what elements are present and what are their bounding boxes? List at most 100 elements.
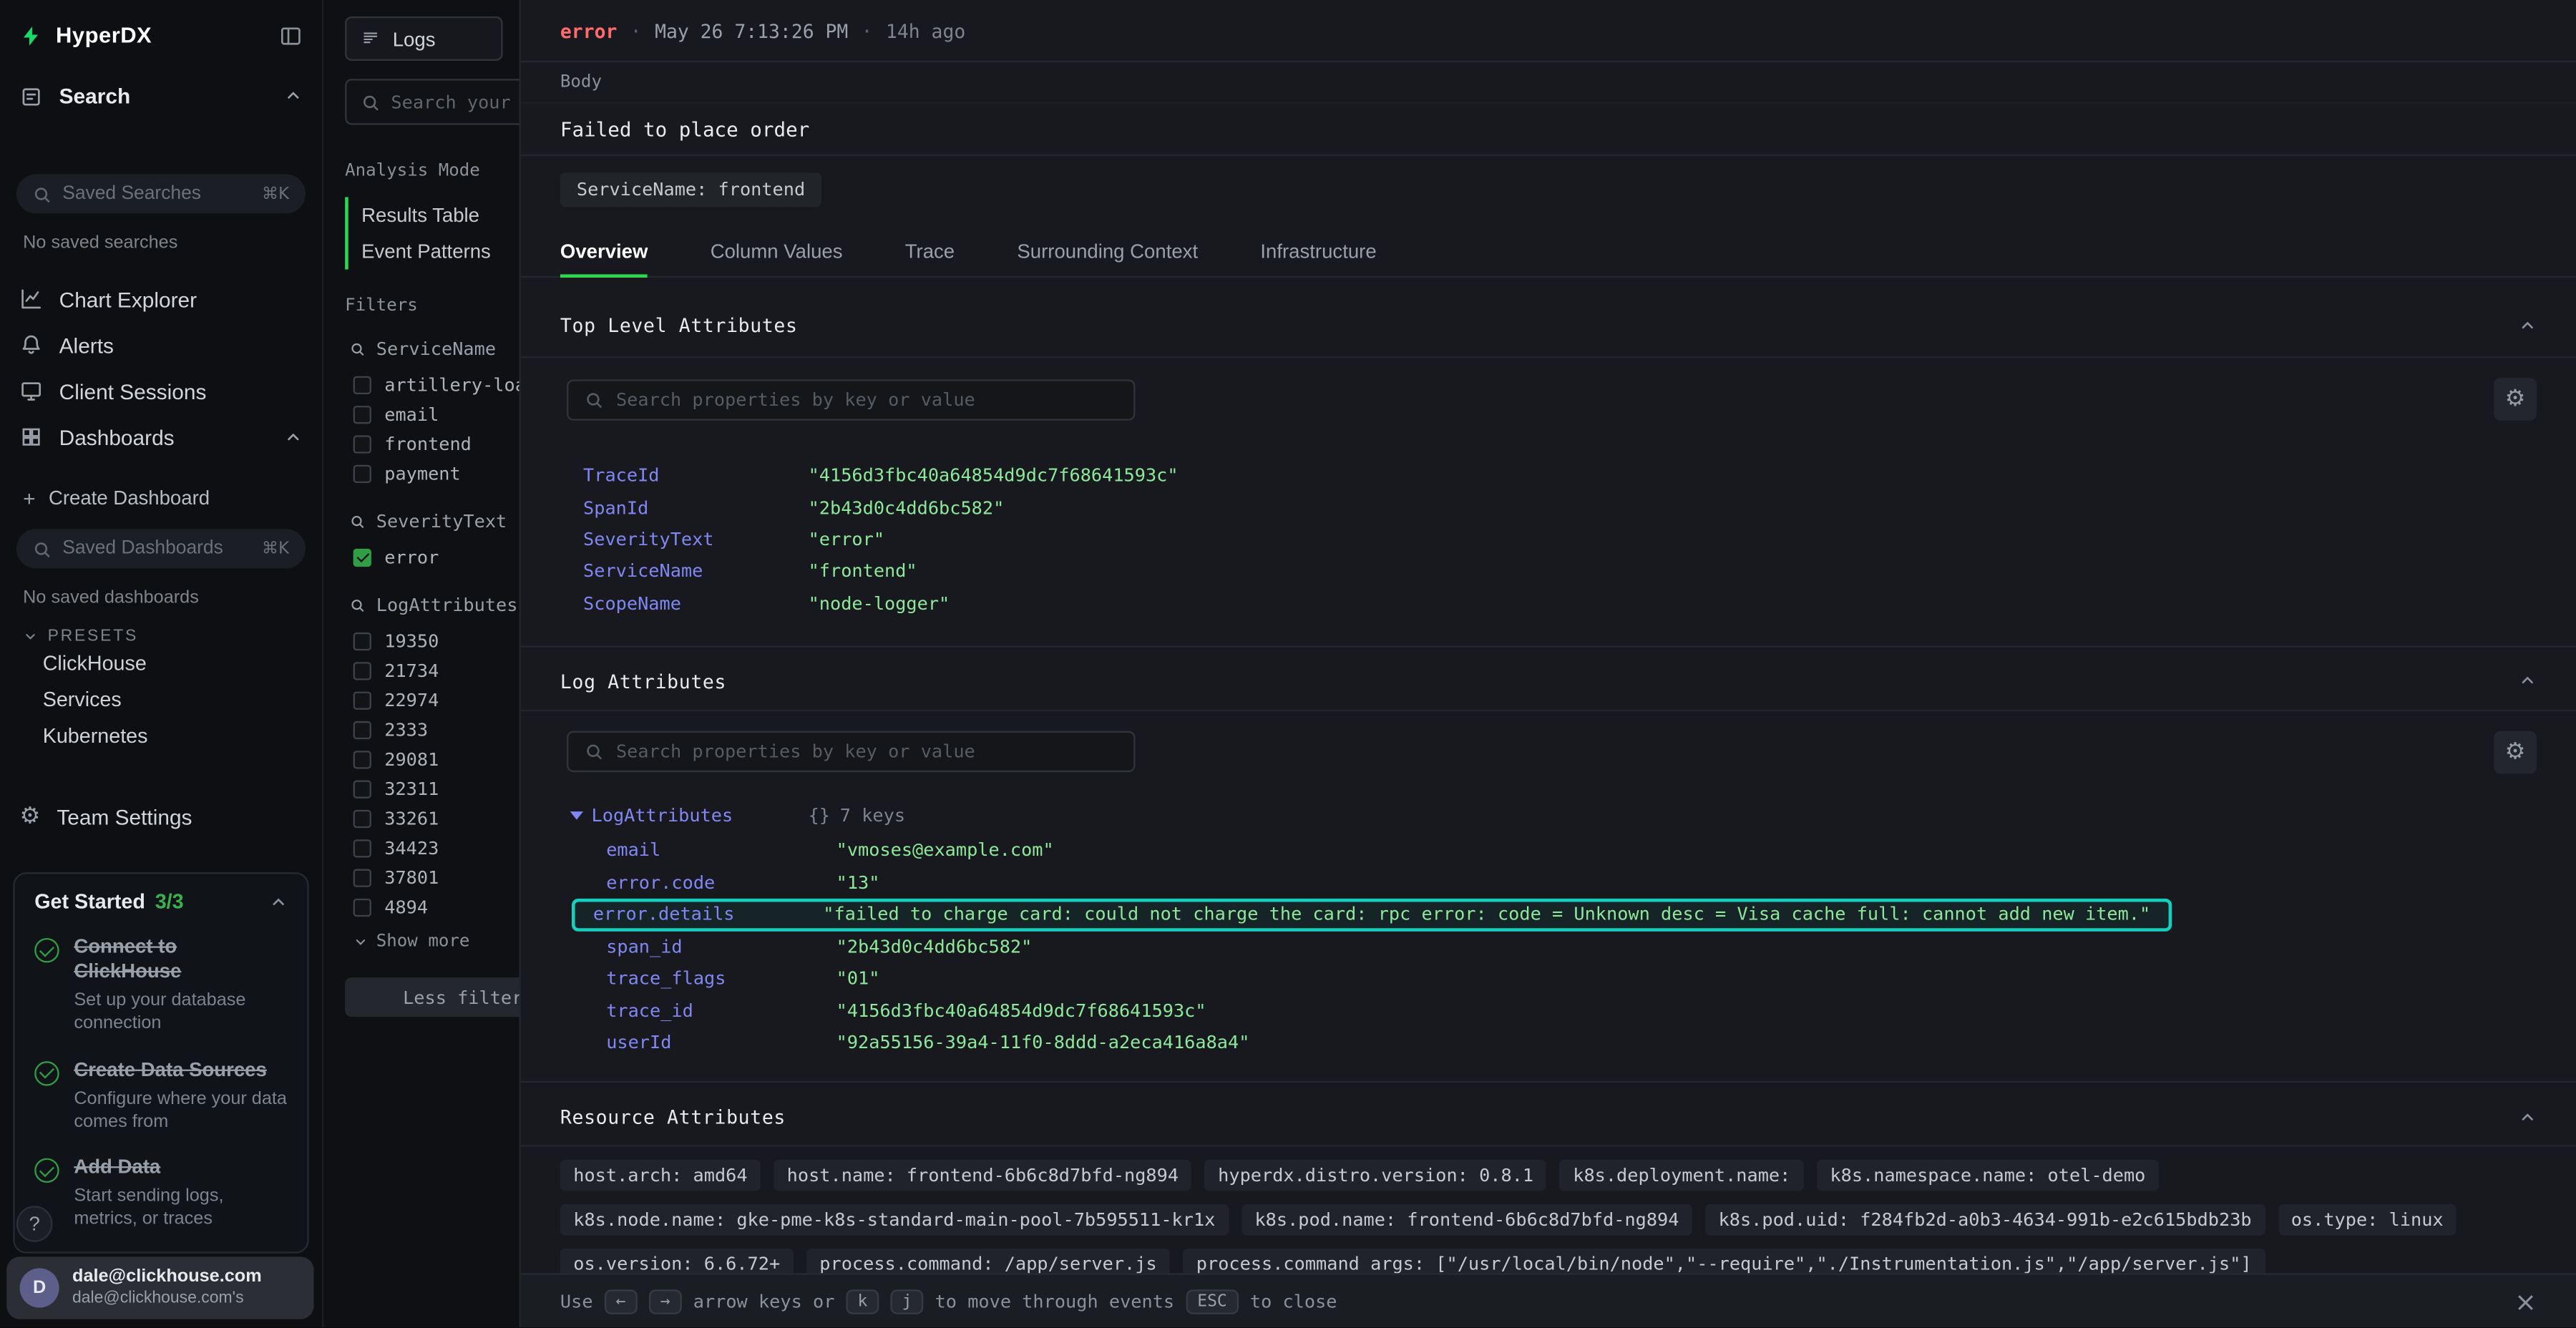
attribute-key[interactable]: ServiceName: [583, 561, 809, 582]
checkbox-checked[interactable]: [353, 548, 371, 566]
sidebar-item-alerts[interactable]: Alerts: [0, 322, 322, 368]
attribute-value[interactable]: "4156d3fbc40a64854d9dc7f68641593c": [809, 465, 1179, 487]
checkbox[interactable]: [353, 690, 371, 708]
attribute-value[interactable]: "2b43d0c4dd6bc582": [809, 497, 1005, 519]
filter-option[interactable]: 2333: [353, 715, 519, 744]
get-started-item[interactable]: Add Data Start sending logs, metrics, or…: [34, 1155, 288, 1231]
resource-tag[interactable]: os.type: linux: [2278, 1205, 2457, 1236]
resource-tag[interactable]: k8s.pod.name: frontend-6b6c8d7bfd-ng894: [1241, 1205, 1692, 1236]
attribute-key[interactable]: SeverityText: [583, 529, 809, 550]
filter-option[interactable]: email: [353, 399, 519, 429]
attribute-value[interactable]: "node-logger": [809, 592, 950, 614]
saved-searches-input[interactable]: ⌘K: [16, 174, 306, 213]
checkbox[interactable]: [353, 376, 371, 394]
filter-option[interactable]: 4894: [353, 892, 519, 922]
filter-option[interactable]: frontend: [353, 429, 519, 458]
collapse-section-icon[interactable]: [2519, 673, 2537, 690]
resource-tag[interactable]: host.name: frontend-6b6c8d7bfd-ng894: [774, 1161, 1191, 1192]
saved-searches-field[interactable]: [62, 184, 250, 204]
attribute-key[interactable]: SpanId: [583, 497, 809, 519]
mode-event-patterns[interactable]: Event Patterns: [348, 233, 519, 270]
attribute-key[interactable]: trace_id: [606, 1000, 836, 1022]
filter-option[interactable]: artillery-loadgen: [353, 370, 519, 399]
tab-column-values[interactable]: Column Values: [711, 227, 843, 276]
close-icon[interactable]: ×: [2514, 1286, 2537, 1317]
settings-gear-button[interactable]: ⚙: [2494, 378, 2537, 421]
checkbox[interactable]: [353, 898, 371, 916]
event-search-field[interactable]: [391, 91, 519, 112]
resource-tag[interactable]: k8s.namespace.name: otel-demo: [1817, 1161, 2159, 1192]
attribute-key[interactable]: TraceId: [583, 465, 809, 487]
filter-group-servicename[interactable]: ServiceName: [350, 338, 519, 360]
checkbox[interactable]: [353, 839, 371, 856]
attribute-value[interactable]: "error": [809, 529, 884, 550]
attribute-value[interactable]: "vmoses@example.com": [836, 840, 1054, 861]
preset-clickhouse[interactable]: ClickHouse: [0, 645, 322, 682]
checkbox[interactable]: [353, 779, 371, 797]
checkbox[interactable]: [353, 661, 371, 679]
properties-search-field[interactable]: [616, 389, 1117, 410]
settings-gear-button[interactable]: ⚙: [2494, 731, 2537, 774]
attribute-key[interactable]: error.code: [606, 872, 836, 893]
filter-option[interactable]: 32311: [353, 773, 519, 803]
filter-option[interactable]: 37801: [353, 862, 519, 892]
attribute-value[interactable]: "4156d3fbc40a64854d9dc7f68641593c": [836, 1000, 1206, 1022]
filter-option[interactable]: error: [353, 542, 519, 572]
checkbox[interactable]: [353, 809, 371, 827]
filter-option[interactable]: 33261: [353, 804, 519, 833]
checkbox[interactable]: [353, 750, 371, 768]
filter-option[interactable]: 21734: [353, 655, 519, 685]
sidebar-item-client-sessions[interactable]: Client Sessions: [0, 368, 322, 414]
log-attributes-root-key[interactable]: LogAttributes: [570, 805, 809, 826]
presets-toggle[interactable]: PRESETS: [23, 628, 299, 645]
filter-option[interactable]: 22974: [353, 685, 519, 714]
attribute-key[interactable]: ScopeName: [583, 592, 809, 614]
attribute-value[interactable]: "92a55156-39a4-11f0-8ddd-a2eca416a8a4": [836, 1032, 1250, 1053]
resource-tag[interactable]: k8s.deployment.name:: [1560, 1161, 1804, 1192]
attribute-key[interactable]: trace_flags: [606, 968, 836, 990]
chevron-up-icon[interactable]: [284, 428, 302, 446]
checkbox[interactable]: [353, 721, 371, 738]
checkbox[interactable]: [353, 434, 371, 452]
preset-kubernetes[interactable]: Kubernetes: [0, 718, 322, 754]
resource-tag[interactable]: host.arch: amd64: [560, 1161, 761, 1192]
help-button[interactable]: ?: [16, 1206, 53, 1242]
preset-services[interactable]: Services: [0, 682, 322, 718]
less-filters-button[interactable]: Less filters: [345, 977, 519, 1017]
collapse-section-icon[interactable]: [2519, 316, 2537, 334]
event-search-input[interactable]: [345, 79, 519, 125]
chevron-up-icon[interactable]: [270, 893, 288, 911]
attribute-value[interactable]: "13": [836, 872, 880, 893]
service-name-chip[interactable]: ServiceName: frontend: [560, 172, 821, 207]
resource-tag[interactable]: hyperdx.distro.version: 0.8.1: [1205, 1161, 1547, 1192]
saved-dashboards-field[interactable]: [62, 539, 250, 559]
properties-search-input[interactable]: [567, 732, 1135, 773]
tab-trace[interactable]: Trace: [905, 227, 955, 276]
sidebar-item-dashboards[interactable]: Dashboards: [0, 414, 322, 460]
checkbox[interactable]: [353, 464, 371, 482]
sidebar-item-chart-explorer[interactable]: Chart Explorer: [0, 276, 322, 322]
filter-group-logattributes[interactable]: LogAttributes: [350, 595, 519, 616]
properties-search-input[interactable]: [567, 379, 1135, 419]
caret-down-icon[interactable]: [570, 811, 583, 819]
checkbox[interactable]: [353, 868, 371, 886]
chevron-up-icon[interactable]: [284, 87, 302, 105]
resource-tag[interactable]: k8s.node.name: gke-pme-k8s-standard-main…: [560, 1205, 1229, 1236]
tab-surrounding-context[interactable]: Surrounding Context: [1017, 227, 1198, 276]
saved-dashboards-input[interactable]: ⌘K: [16, 529, 306, 568]
filter-group-severitytext[interactable]: SeverityText: [350, 511, 519, 532]
attribute-value[interactable]: "failed to charge card: could not charge…: [823, 904, 2150, 925]
get-started-item[interactable]: Create Data Sources Configure where your…: [34, 1058, 288, 1134]
attribute-value[interactable]: "frontend": [809, 561, 917, 582]
sidebar-section-search[interactable]: Search: [0, 64, 322, 129]
tab-infrastructure[interactable]: Infrastructure: [1260, 227, 1376, 276]
filter-option[interactable]: 29081: [353, 744, 519, 773]
collapse-section-icon[interactable]: [2519, 1108, 2537, 1126]
show-more-toggle[interactable]: Show more: [353, 932, 519, 952]
get-started-header[interactable]: Get Started 3/3: [34, 890, 288, 913]
properties-search-field[interactable]: [616, 742, 1117, 763]
body-value[interactable]: Failed to place order: [521, 104, 2576, 156]
attribute-key[interactable]: span_id: [606, 936, 836, 957]
tab-overview[interactable]: Overview: [560, 227, 648, 276]
get-started-item[interactable]: Connect to ClickHouse Set up your databa…: [34, 934, 288, 1035]
